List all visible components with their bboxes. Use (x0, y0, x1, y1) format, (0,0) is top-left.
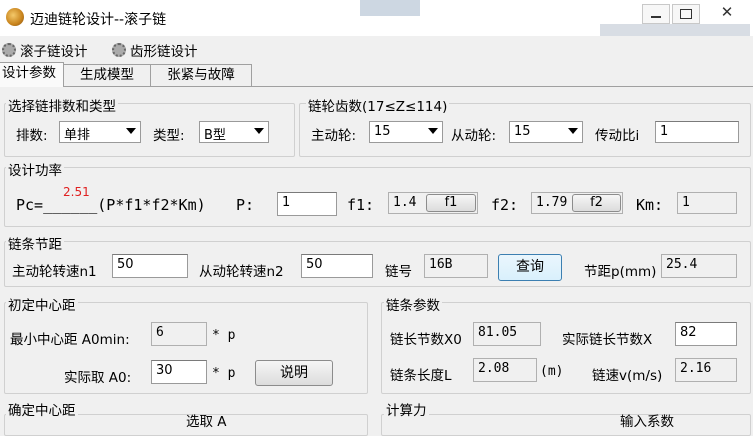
n1-input[interactable]: 50 (112, 254, 188, 278)
tab-generate-model[interactable]: 生成模型 (63, 64, 151, 86)
close-icon: ✕ (720, 3, 734, 21)
close-button[interactable]: ✕ (704, 2, 750, 22)
actual-center-unit: * p (212, 366, 236, 381)
actual-links-label: 实际链长节数X (562, 332, 653, 348)
length-label: 链条长度L (390, 368, 452, 384)
km-label: Km: (636, 196, 664, 214)
rows-value: 单排 (64, 128, 91, 143)
menu-label: 齿形链设计 (130, 44, 198, 60)
tab-design-params[interactable]: 设计参数 (0, 62, 64, 87)
group-title: 初定中心距 (6, 294, 78, 314)
actual-center-input[interactable]: 30 (151, 360, 207, 384)
group-title: 选择链排数和类型 (6, 95, 118, 115)
app-gear-icon (6, 8, 24, 26)
ratio-input[interactable]: 1 (655, 121, 739, 143)
maximize-button[interactable] (672, 4, 700, 24)
f2-label: f2: (491, 196, 519, 214)
input-coef-label: 输入系数 (620, 414, 674, 430)
group-title: 确定中心距 (6, 399, 78, 419)
driver-value: 15 (374, 124, 391, 139)
pitch-field: 25.4 (661, 254, 737, 278)
driven-value: 15 (514, 124, 531, 139)
type-value: B型 (204, 128, 226, 143)
f1-label: f1: (347, 196, 375, 214)
f2-button[interactable]: f2 (572, 194, 621, 212)
chevron-down-icon (568, 128, 578, 134)
group-title: 链轮齿数(17≤Z≤114) (306, 95, 450, 115)
menu-label: 滚子链设计 (20, 44, 88, 60)
driven-label: 从动轮: (451, 128, 497, 144)
actual-center-label: 实际取 A0: (64, 370, 132, 386)
n1-label: 主动轮转速n1 (12, 264, 97, 280)
blurred-region (360, 0, 420, 16)
group-force (381, 414, 751, 436)
chevron-down-icon (126, 128, 136, 134)
links-label: 链长节数X0 (390, 332, 462, 348)
length-unit: (m) (540, 364, 564, 379)
driver-label: 主动轮: (311, 128, 357, 144)
n2-label: 从动轮转速n2 (199, 264, 284, 280)
minimize-button[interactable] (642, 4, 670, 24)
length-field: 2.08 (473, 358, 537, 382)
type-label: 类型: (153, 128, 185, 144)
driven-teeth-select[interactable]: 15 (509, 121, 583, 143)
f1-button[interactable]: f1 (426, 194, 476, 212)
explain-button[interactable]: 说明 (255, 360, 333, 386)
gear-icon (112, 43, 126, 57)
actual-links-input[interactable]: 82 (675, 322, 737, 346)
ratio-label: 传动比i (595, 128, 640, 144)
group-title: 计算力 (384, 399, 429, 419)
group-title: 链条节距 (6, 233, 64, 253)
p-input[interactable]: 1 (277, 192, 337, 216)
n2-input[interactable]: 50 (301, 254, 373, 278)
menu-roller-chain[interactable]: 滚子链设计 (2, 40, 88, 60)
select-a-label: 选取 A (186, 414, 227, 430)
p-label: P: (236, 196, 255, 214)
min-center-field: 6 (151, 322, 207, 346)
pc-formula: Pc=______(P*f1*f2*Km) (16, 196, 206, 214)
speed-label: 链速v(m/s) (592, 368, 663, 384)
query-button[interactable]: 查询 (498, 254, 562, 281)
chevron-down-icon (428, 128, 438, 134)
km-field: 1 (677, 192, 737, 214)
f1-value: 1.4 (393, 195, 417, 210)
minimize-icon (651, 16, 661, 18)
group-title: 设计功率 (6, 159, 64, 179)
rows-select[interactable]: 单排 (59, 121, 141, 143)
rows-label: 排数: (16, 128, 48, 144)
f2-value: 1.79 (536, 195, 568, 210)
tab-underline (0, 86, 753, 87)
speed-field: 2.16 (675, 358, 737, 382)
gear-icon (2, 43, 16, 57)
maximize-icon (680, 9, 692, 19)
pitch-label: 节距p(mm) (584, 264, 657, 280)
min-center-unit: * p (212, 328, 236, 343)
min-center-label: 最小中心距 A0min: (10, 332, 130, 348)
links-field: 81.05 (473, 322, 541, 346)
menu-tooth-chain[interactable]: 齿形链设计 (112, 40, 198, 60)
tab-tension-fault[interactable]: 张紧与故障 (150, 64, 252, 86)
type-select[interactable]: B型 (199, 121, 269, 143)
chain-no-field: 16B (424, 254, 488, 278)
chevron-down-icon (254, 128, 264, 134)
window-title: 迈迪链轮设计--滚子链 (30, 12, 167, 28)
chain-no-label: 链号 (385, 264, 412, 280)
driver-teeth-select[interactable]: 15 (369, 121, 443, 143)
group-title: 链条参数 (384, 294, 442, 314)
blurred-region (600, 24, 750, 36)
